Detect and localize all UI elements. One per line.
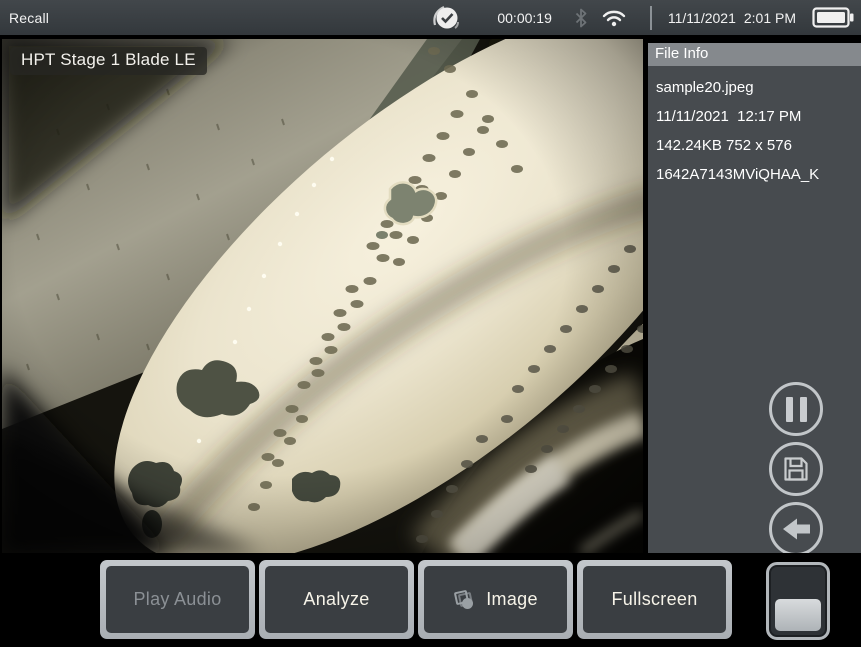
pause-button[interactable] <box>769 382 823 436</box>
image-stack-icon <box>453 589 477 611</box>
image-overlay-label: HPT Stage 1 Blade LE <box>10 47 207 75</box>
bottom-bar: Play Audio Analyze Image Fullscreen <box>0 553 861 647</box>
screen-toggle-knob <box>775 599 821 631</box>
status-indicators: 00:00:19 11/11/2021 2:01 PM <box>433 5 861 31</box>
analyze-label: Analyze <box>303 589 369 610</box>
fullscreen-label: Fullscreen <box>611 589 697 610</box>
mode-label: Recall <box>9 10 49 26</box>
play-audio-label: Play Audio <box>133 589 221 610</box>
inspection-check-icon <box>433 5 459 31</box>
back-arrow-icon <box>780 516 812 542</box>
fullscreen-button[interactable]: Fullscreen <box>577 560 732 639</box>
file-serial: 1642A7143MViQHAA_K <box>648 160 861 189</box>
device-screen: Recall 00:00:19 11/11/2021 2:01 PM <box>0 0 861 647</box>
file-name: sample20.jpeg <box>648 73 861 102</box>
wifi-icon <box>602 9 626 27</box>
back-button[interactable] <box>769 502 823 556</box>
pause-icon <box>786 397 807 422</box>
file-info-rows: sample20.jpeg 11/11/2021 12:17 PM 142.24… <box>648 66 861 189</box>
save-icon <box>781 454 811 484</box>
screen-toggle-button[interactable] <box>766 562 830 640</box>
status-date: 11/11/2021 <box>668 10 736 26</box>
save-button[interactable] <box>769 442 823 496</box>
recording-timer: 00:00:19 <box>497 10 552 26</box>
borescope-image <box>2 39 643 553</box>
file-datetime: 11/11/2021 12:17 PM <box>648 102 861 131</box>
recalled-image-viewport[interactable]: HPT Stage 1 Blade LE <box>2 39 643 553</box>
bluetooth-icon <box>574 8 588 28</box>
file-size-dimensions: 142.24KB 752 x 576 <box>648 131 861 160</box>
image-button[interactable]: Image <box>418 560 573 639</box>
file-info-header: File Info <box>648 43 861 66</box>
status-divider <box>650 6 652 30</box>
battery-icon <box>812 7 854 28</box>
status-time: 2:01 PM <box>744 10 796 26</box>
status-bar: Recall 00:00:19 11/11/2021 2:01 PM <box>0 0 861 35</box>
play-audio-button[interactable]: Play Audio <box>100 560 255 639</box>
image-label: Image <box>486 589 538 610</box>
file-info-panel: File Info sample20.jpeg 11/11/2021 12:17… <box>648 43 861 553</box>
analyze-button[interactable]: Analyze <box>259 560 414 639</box>
